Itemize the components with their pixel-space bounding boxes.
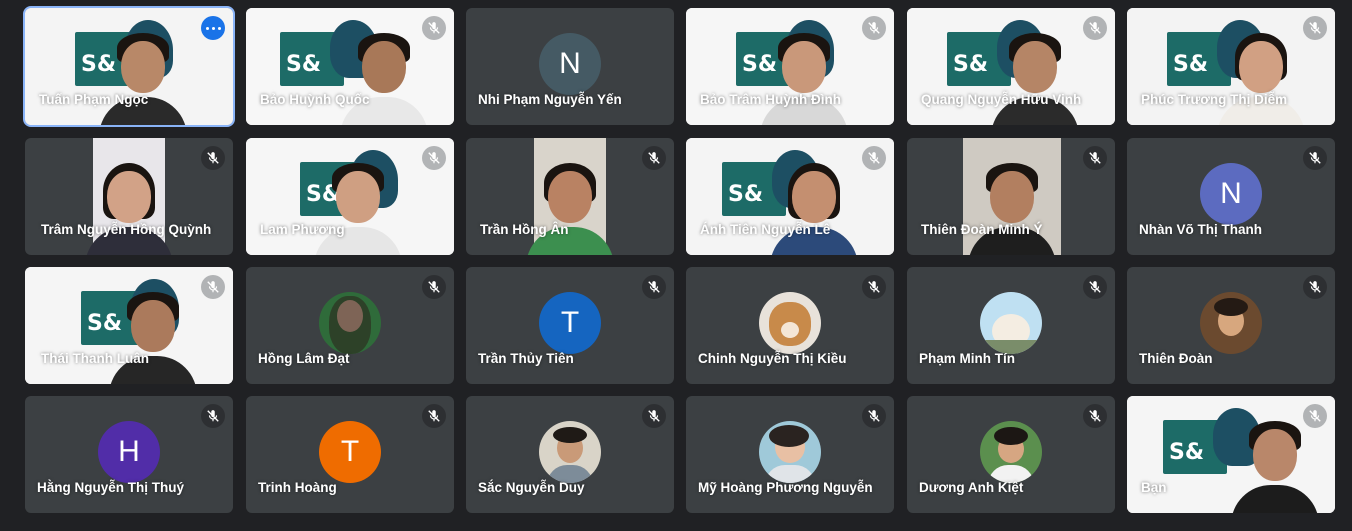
participant-tile[interactable]: Hồng Lâm Đạt (246, 267, 454, 384)
participant-video-person (770, 153, 858, 255)
video-feed (526, 138, 614, 255)
participant-name: Chinh Nguyễn Thị Kiều (698, 351, 847, 366)
participant-video-person (99, 23, 187, 125)
participant-name: Lam Phương (260, 222, 345, 237)
avatar (319, 292, 381, 355)
participant-tile[interactable]: S& Ánh Tiên Nguyễn Lê (686, 138, 894, 255)
mic-off-icon (201, 404, 225, 428)
more-options-icon[interactable] (201, 16, 225, 40)
participant-tile[interactable]: Trần Hồng Ân (466, 138, 674, 255)
avatar: N (539, 33, 601, 96)
participant-video-person (991, 23, 1079, 125)
mic-off-icon (201, 146, 225, 170)
mic-off-icon (422, 16, 446, 40)
participant-name: Sắc Nguyễn Duy (478, 480, 585, 495)
participant-name: Bạn (1141, 480, 1167, 495)
mic-off-icon (862, 146, 886, 170)
participant-video-person (1231, 411, 1319, 513)
participant-name: Thiên Đoàn (1139, 351, 1213, 366)
participant-tile[interactable]: S& Quang Nguyễn Hữu Vinh (907, 8, 1115, 125)
mic-off-icon (1083, 404, 1107, 428)
mic-off-icon (1303, 404, 1327, 428)
participant-video-person (109, 282, 197, 384)
avatar (980, 421, 1042, 484)
avatar (759, 421, 821, 484)
video-feed (963, 138, 1061, 255)
mic-off-icon (1083, 16, 1107, 40)
participant-name: Mỹ Hoàng Phương Nguyễn (698, 480, 873, 495)
participant-tile[interactable]: N Nhi Phạm Nguyễn Yến (466, 8, 674, 125)
participant-video-person (314, 153, 402, 255)
participant-name: Trâm Nguyễn Hồng Quỳnh (41, 222, 212, 237)
participant-name: Trần Hồng Ân (480, 222, 569, 237)
avatar: T (539, 292, 601, 355)
participant-name: Phúc Trương Thị Diễm (1141, 92, 1288, 107)
participant-name: Hồng Lâm Đạt (258, 351, 350, 366)
participant-tile[interactable]: T Trinh Hoàng (246, 396, 454, 513)
mic-off-icon (422, 275, 446, 299)
participant-name: Bảo Trâm Huỳnh Đình (700, 92, 842, 107)
participant-video-person (1217, 23, 1305, 125)
participant-tile[interactable]: Mỹ Hoàng Phương Nguyễn (686, 396, 894, 513)
participant-name: Dương Anh Kiệt (919, 480, 1024, 495)
avatar (1200, 292, 1262, 355)
participant-video-person (526, 153, 614, 255)
participant-tile[interactable]: S& Tuấn Phạm Ngọc (23, 6, 235, 127)
participant-tile[interactable]: S& Thái Thanh Luân (25, 267, 233, 384)
participant-tile[interactable]: S& Bảo Huỳnh Quốc (246, 8, 454, 125)
avatar (759, 292, 821, 355)
participant-name: Thái Thanh Luân (41, 351, 149, 366)
participant-name: Quang Nguyễn Hữu Vinh (921, 92, 1082, 107)
participant-video-person (340, 23, 428, 125)
participant-tile[interactable]: S& Bạn (1127, 396, 1335, 513)
participant-tile[interactable]: N Nhàn Võ Thị Thanh (1127, 138, 1335, 255)
mic-off-icon (422, 146, 446, 170)
avatar (980, 292, 1042, 355)
mic-off-icon (642, 146, 666, 170)
participant-video-person (85, 153, 173, 255)
mic-off-icon (1303, 275, 1327, 299)
mic-off-icon (1303, 146, 1327, 170)
participant-name: Phạm Minh Tín (919, 351, 1015, 366)
participant-tile[interactable]: T Trần Thủy Tiên (466, 267, 674, 384)
participant-name: Nhàn Võ Thị Thanh (1139, 222, 1262, 237)
participant-tile[interactable]: Phạm Minh Tín (907, 267, 1115, 384)
participant-tile[interactable]: Sắc Nguyễn Duy (466, 396, 674, 513)
participant-name: Trần Thủy Tiên (478, 351, 574, 366)
participant-name: Nhi Phạm Nguyễn Yến (478, 92, 622, 107)
participant-grid: S& Tuấn Phạm Ngọc S& Bảo Huỳnh Quốc N Nh… (0, 0, 1352, 531)
mic-off-icon (201, 275, 225, 299)
participant-tile[interactable]: S& Bảo Trâm Huỳnh Đình (686, 8, 894, 125)
participant-name: Bảo Huỳnh Quốc (260, 92, 370, 107)
avatar: N (1200, 163, 1262, 226)
mic-off-icon (862, 16, 886, 40)
participant-name: Trinh Hoàng (258, 480, 337, 495)
participant-tile[interactable]: Thiên Đoàn (1127, 267, 1335, 384)
participant-tile[interactable]: S& Phúc Trương Thị Diễm (1127, 8, 1335, 125)
participant-tile[interactable]: S& Lam Phương (246, 138, 454, 255)
participant-tile[interactable]: Thiên Đoàn Minh Ý (907, 138, 1115, 255)
participant-tile[interactable]: Dương Anh Kiệt (907, 396, 1115, 513)
mic-off-icon (862, 404, 886, 428)
mic-off-icon (1083, 275, 1107, 299)
participant-video-person (968, 153, 1056, 255)
participant-name: Tuấn Phạm Ngọc (39, 92, 149, 107)
avatar: T (319, 421, 381, 484)
mic-off-icon (642, 404, 666, 428)
participant-name: Thiên Đoàn Minh Ý (921, 222, 1043, 237)
avatar: H (98, 421, 160, 484)
participant-name: Ánh Tiên Nguyễn Lê (700, 222, 831, 237)
mic-off-icon (862, 275, 886, 299)
mic-off-icon (1303, 16, 1327, 40)
mic-off-icon (1083, 146, 1107, 170)
participant-tile[interactable]: Trâm Nguyễn Hồng Quỳnh (25, 138, 233, 255)
mic-off-icon (422, 404, 446, 428)
participant-name: Hằng Nguyễn Thị Thuý (37, 480, 184, 495)
video-feed (85, 138, 173, 255)
participant-tile[interactable]: Chinh Nguyễn Thị Kiều (686, 267, 894, 384)
participant-tile[interactable]: H Hằng Nguyễn Thị Thuý (25, 396, 233, 513)
avatar (539, 421, 601, 484)
mic-off-icon (642, 275, 666, 299)
participant-video-person (760, 23, 848, 125)
